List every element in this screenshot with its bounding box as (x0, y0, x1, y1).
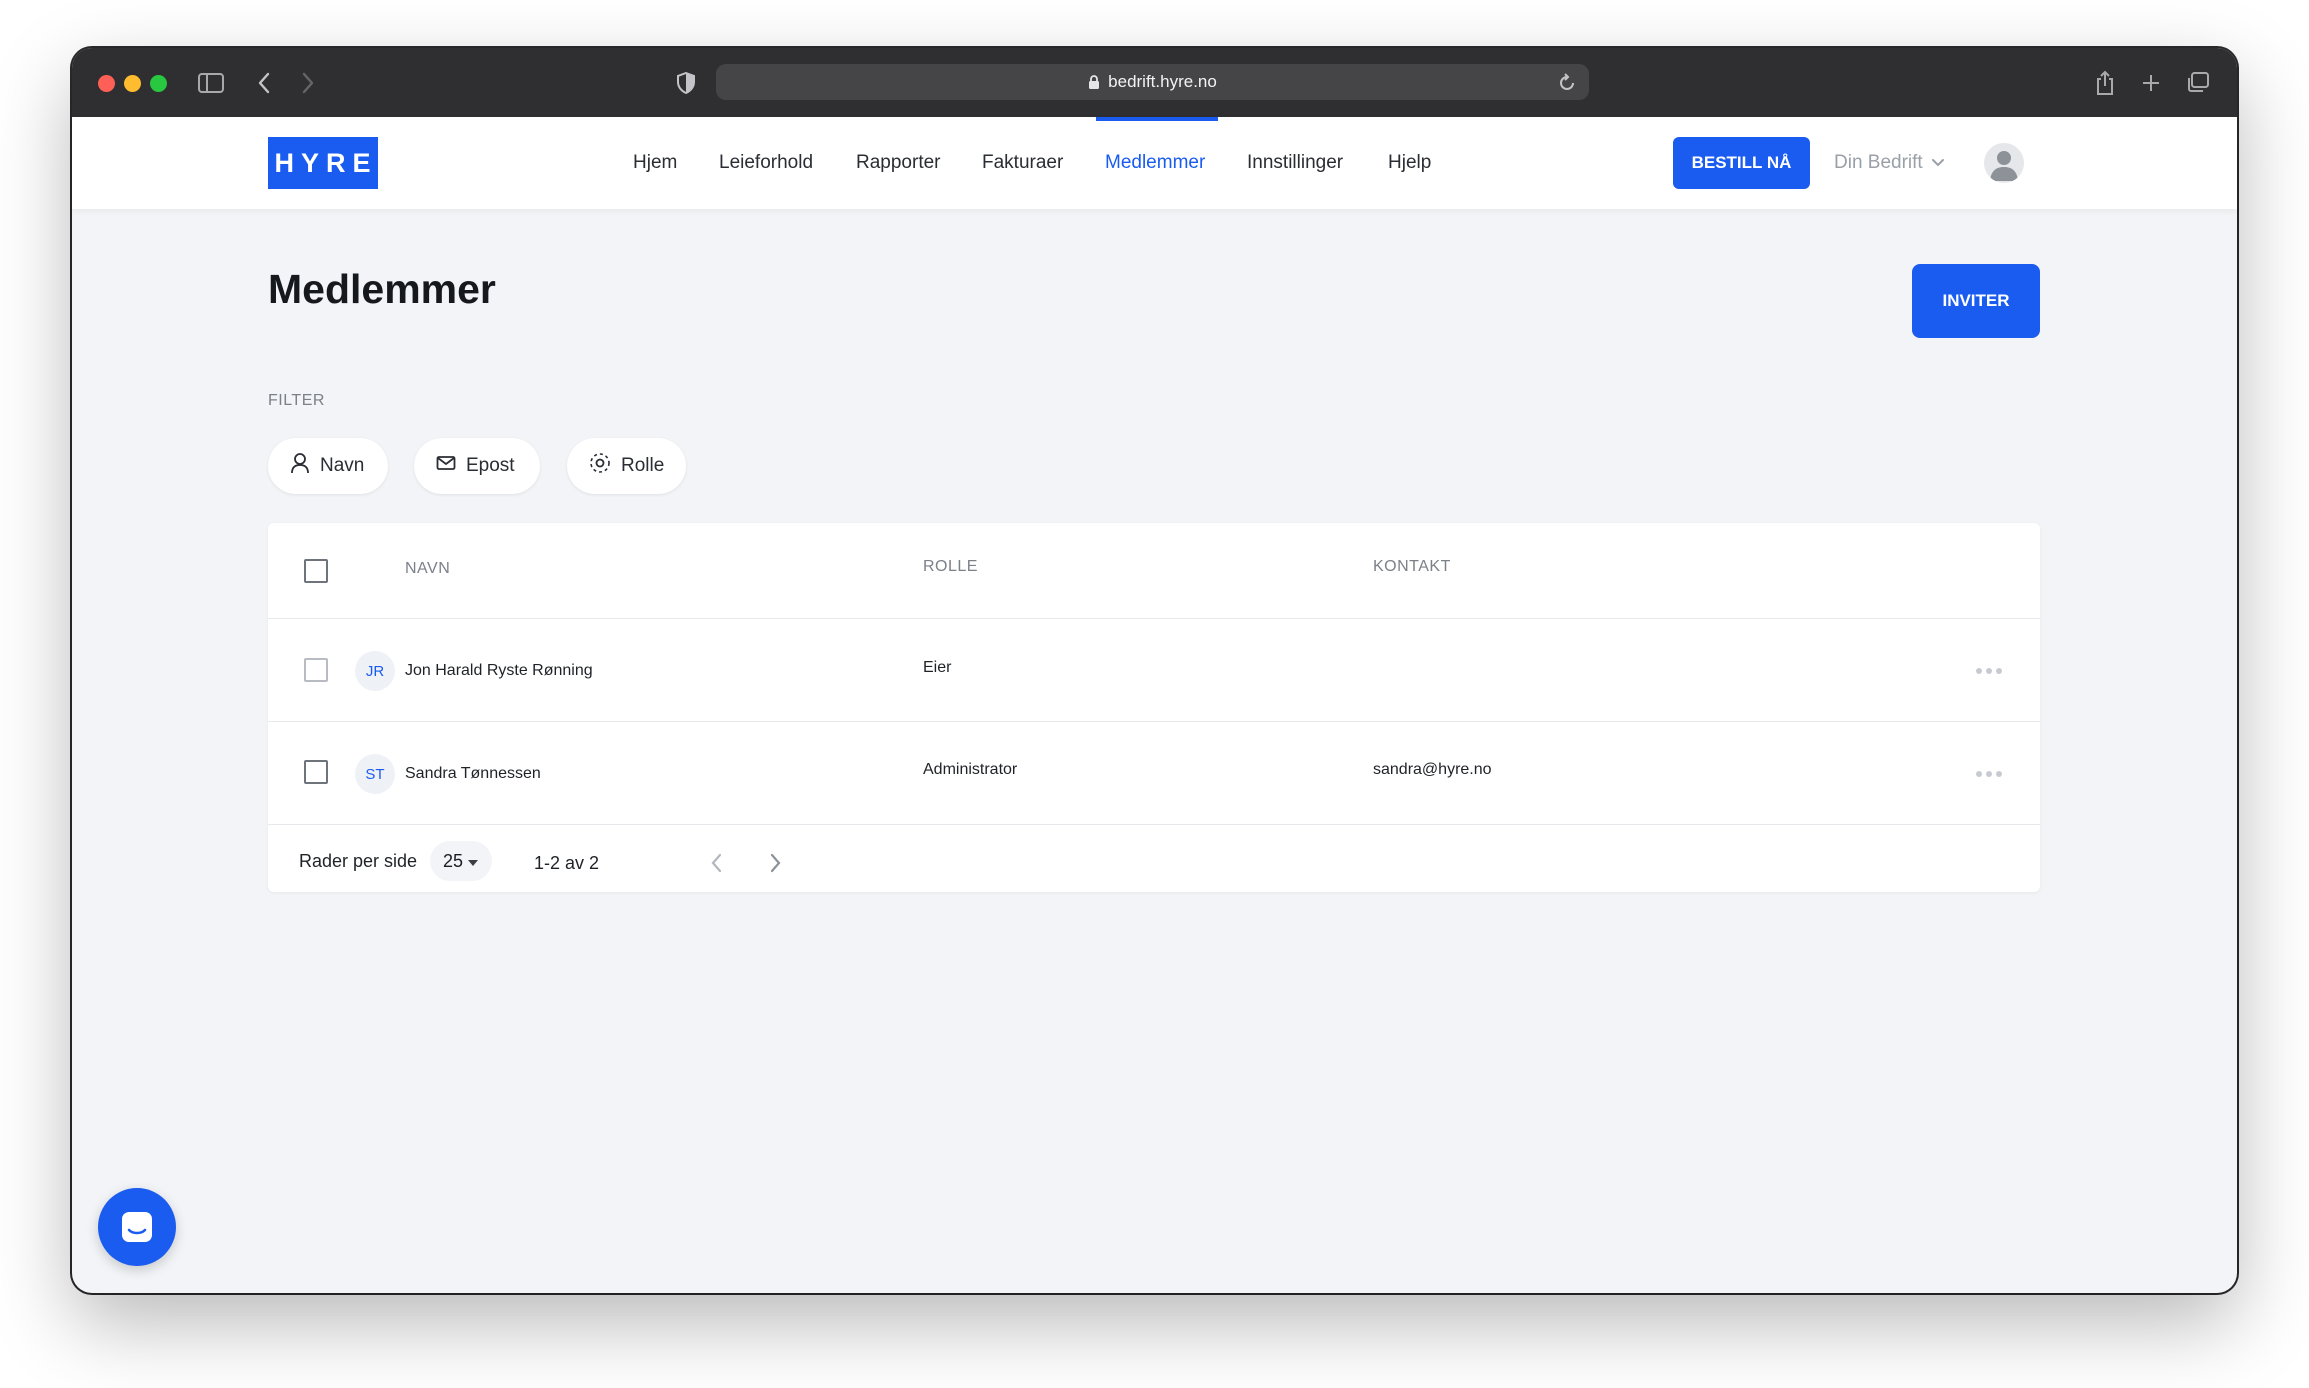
more-actions-icon[interactable] (1976, 771, 2002, 777)
share-icon[interactable] (2092, 66, 2118, 100)
reload-icon[interactable] (1557, 71, 1577, 98)
rows-per-page-select[interactable]: 25 (430, 841, 492, 881)
next-page-icon[interactable] (768, 852, 782, 879)
url-text: bedrift.hyre.no (1108, 72, 1217, 91)
browser-window: bedrift.hyre.no HYRE Hjem Leieforhold Ra… (72, 48, 2237, 1293)
nav-medlemmer[interactable]: Medlemmer (1105, 117, 1205, 209)
row-divider (268, 721, 2040, 722)
more-actions-icon[interactable] (1976, 668, 2002, 674)
app-header: HYRE Hjem Leieforhold Rapporter Fakturae… (72, 117, 2237, 209)
filter-chip-label: Rolle (621, 455, 665, 476)
filter-chip-label: Navn (320, 455, 365, 476)
close-window-button[interactable] (98, 75, 115, 92)
filter-chip-label: Epost (466, 455, 515, 476)
company-name: Din Bedrift (1834, 152, 1923, 173)
filter-chip-navn[interactable]: Navn (268, 438, 388, 494)
select-all-checkbox[interactable] (304, 559, 328, 583)
row-divider (268, 618, 2040, 619)
nav-hjem[interactable]: Hjem (633, 117, 677, 209)
lock-icon (1088, 74, 1100, 90)
nav-innstillinger[interactable]: Innstillinger (1247, 117, 1343, 209)
company-dropdown[interactable]: Din Bedrift (1834, 117, 1945, 209)
member-role: Administrator (923, 761, 1018, 778)
column-header-navn[interactable]: NAVN (405, 560, 450, 578)
filter-label: FILTER (268, 392, 325, 409)
column-header-rolle[interactable]: ROLLE (923, 558, 978, 576)
role-icon (589, 452, 611, 480)
members-table: NAVN ROLLE KONTAKT JR Jon Harald Ryste R… (268, 523, 2040, 892)
filter-chip-rolle[interactable]: Rolle (567, 438, 686, 494)
avatar: JR (355, 651, 395, 691)
member-name: Jon Harald Ryste Rønning (405, 662, 593, 679)
nav-rapporter[interactable]: Rapporter (856, 117, 941, 209)
previous-page-icon[interactable] (710, 852, 724, 879)
row-divider (268, 824, 2040, 825)
chat-icon (122, 1212, 152, 1242)
chat-launcher-button[interactable] (98, 1188, 176, 1266)
user-silhouette-icon (1990, 151, 2018, 181)
envelope-icon (436, 455, 456, 477)
privacy-shield-icon[interactable] (674, 66, 698, 100)
nav-fakturaer[interactable]: Fakturaer (982, 117, 1063, 209)
filter-chip-epost[interactable]: Epost (414, 438, 540, 494)
address-bar[interactable]: bedrift.hyre.no (716, 64, 1589, 100)
member-contact: sandra@hyre.no (1373, 761, 1492, 778)
user-avatar[interactable] (1984, 143, 2024, 183)
person-icon (290, 452, 310, 480)
member-role: Eier (923, 659, 952, 676)
column-header-kontakt[interactable]: KONTAKT (1373, 558, 1451, 576)
row-checkbox[interactable] (304, 658, 328, 682)
chevron-down-icon (1931, 152, 1945, 174)
new-tab-icon[interactable] (2138, 66, 2164, 100)
member-name: Sandra Tønnessen (405, 765, 541, 782)
minimize-window-button[interactable] (124, 75, 141, 92)
rows-per-page-label: Rader per side (299, 851, 418, 871)
forward-icon[interactable] (296, 66, 320, 100)
avatar: ST (355, 754, 395, 794)
row-checkbox[interactable] (304, 760, 328, 784)
nav-leieforhold[interactable]: Leieforhold (719, 117, 813, 209)
invite-button[interactable]: INVITER (1912, 264, 2040, 338)
sidebar-toggle-icon[interactable] (196, 66, 226, 100)
nav-hjelp[interactable]: Hjelp (1388, 117, 1431, 209)
page-title: Medlemmer (268, 266, 496, 312)
tab-overview-icon[interactable] (2184, 66, 2212, 100)
order-now-button[interactable]: BESTILL NÅ (1673, 137, 1810, 189)
pagination-range: 1-2 av 2 (534, 853, 600, 873)
back-icon[interactable] (252, 66, 276, 100)
rows-per-page-value: 25 (442, 850, 464, 871)
browser-toolbar: bedrift.hyre.no (72, 48, 2237, 117)
caret-down-icon (467, 851, 479, 872)
zoom-window-button[interactable] (150, 75, 167, 92)
